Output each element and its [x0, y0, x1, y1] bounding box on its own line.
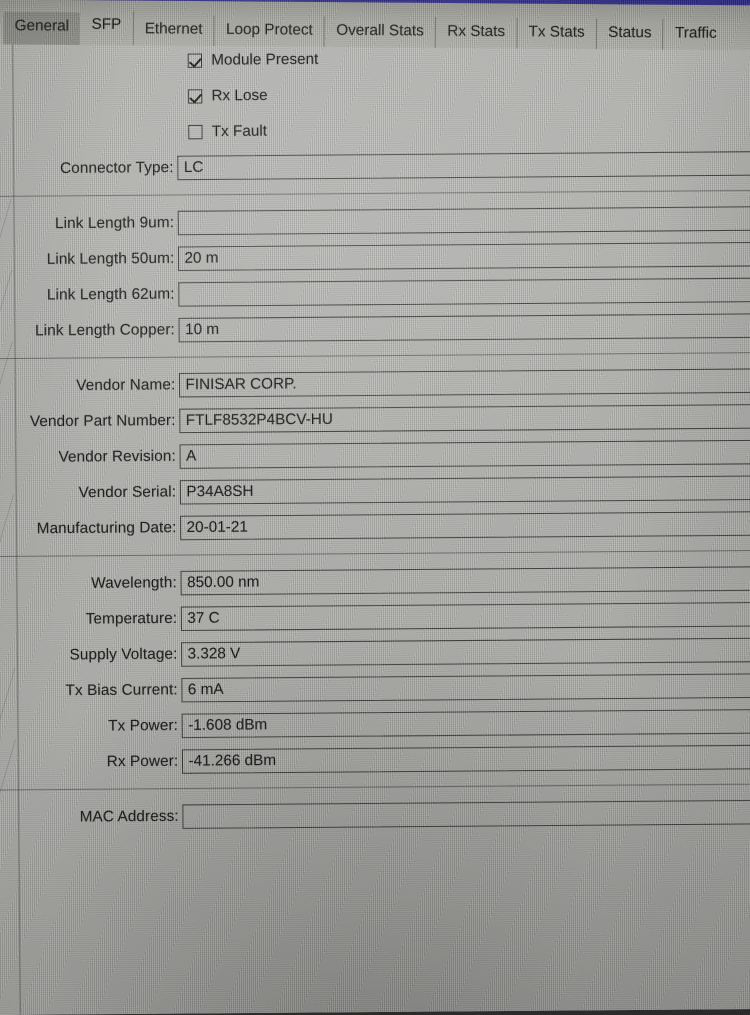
- tab-rx-stats[interactable]: Rx Stats: [435, 17, 518, 49]
- vendor-name-row: Vendor Name: FINISAR CORP.: [0, 362, 750, 404]
- module-present-label: Module Present: [211, 50, 319, 69]
- vendor-revision-label: Vendor Revision:: [58, 447, 176, 466]
- vendor-serial-label: Vendor Serial:: [78, 483, 177, 502]
- section-divider-4: [0, 783, 750, 791]
- tx-fault-label: Tx Fault: [211, 122, 268, 141]
- link-length-50um-input[interactable]: 20 m: [178, 241, 750, 271]
- vendor-name-input[interactable]: FINISAR CORP.: [179, 367, 750, 397]
- section-divider-2: [0, 352, 750, 360]
- tab-ethernet[interactable]: Ethernet: [133, 14, 215, 47]
- vendor-part-number-row: Vendor Part Number: FTLF8532P4BCV-HU: [0, 398, 750, 440]
- rx-power-label: Rx Power:: [106, 752, 179, 771]
- rx-power-input[interactable]: -41.266 dBm: [182, 744, 750, 774]
- link-length-9um-row: Link Length 9um:: [0, 200, 750, 242]
- temperature-label: Temperature:: [85, 609, 178, 628]
- supply-voltage-row: Supply Voltage: 3.328 V: [0, 632, 750, 674]
- manufacturing-date-row: Manufacturing Date: 20-01-21: [0, 505, 750, 547]
- rx-lose-checkbox[interactable]: [187, 88, 203, 104]
- link-length-62um-label: Link Length 62um:: [46, 285, 175, 304]
- tab-loop-protect[interactable]: Loop Protect: [214, 15, 326, 47]
- link-length-copper-row: Link Length Copper: 10 m: [0, 307, 750, 349]
- tab-overall-stats[interactable]: Overall Stats: [324, 16, 437, 48]
- tx-power-label: Tx Power:: [108, 716, 179, 735]
- tab-tx-stats[interactable]: Tx Stats: [517, 17, 598, 50]
- sfp-form: Module Present Rx Lose Tx Fault Connecto…: [0, 30, 750, 836]
- tx-bias-current-input[interactable]: 6 mA: [181, 672, 750, 702]
- wavelength-input[interactable]: 850.00 nm: [180, 565, 750, 595]
- tx-fault-checkbox[interactable]: [188, 124, 203, 139]
- tab-bar: General SFP Ethernet Loop Protect Overal…: [0, 0, 750, 51]
- connector-type-row: Connector Type: LC: [0, 145, 750, 187]
- tx-power-row: Tx Power: -1.608 dBm: [0, 703, 750, 745]
- rx-lose-row[interactable]: Rx Lose: [0, 74, 750, 116]
- tab-general[interactable]: General: [3, 11, 81, 46]
- link-length-9um-input[interactable]: [177, 205, 750, 235]
- vendor-revision-input[interactable]: A: [179, 439, 750, 469]
- tab-list: General SFP Ethernet Loop Protect Overal…: [3, 0, 728, 50]
- link-length-50um-label: Link Length 50um:: [46, 249, 175, 268]
- tx-bias-current-row: Tx Bias Current: 6 mA: [0, 667, 750, 709]
- link-length-62um-input[interactable]: [178, 277, 750, 307]
- tx-power-input[interactable]: -1.608 dBm: [181, 708, 750, 738]
- vendor-part-number-input[interactable]: FTLF8532P4BCV-HU: [179, 403, 750, 433]
- tab-status[interactable]: Status: [596, 18, 664, 50]
- tab-traffic[interactable]: Traffic: [664, 19, 728, 50]
- tab-sfp[interactable]: SFP: [80, 10, 134, 46]
- rx-power-row: Rx Power: -41.266 dBm: [0, 739, 750, 781]
- section-divider-1: [0, 189, 750, 197]
- vendor-part-number-label: Vendor Part Number:: [29, 411, 176, 431]
- mac-address-row: MAC Address:: [0, 794, 750, 836]
- supply-voltage-input[interactable]: 3.328 V: [181, 637, 750, 667]
- wavelength-row: Wavelength: 850.00 nm: [0, 560, 750, 602]
- vendor-serial-input[interactable]: P34A8SH: [180, 475, 750, 505]
- manufacturing-date-input[interactable]: 20-01-21: [180, 510, 750, 540]
- link-length-50um-row: Link Length 50um: 20 m: [0, 236, 750, 278]
- wavelength-label: Wavelength:: [91, 573, 177, 592]
- manufacturing-date-label: Manufacturing Date:: [36, 518, 177, 538]
- link-length-62um-row: Link Length 62um:: [0, 272, 750, 314]
- module-present-checkbox[interactable]: [187, 53, 203, 68]
- link-length-copper-label: Link Length Copper:: [35, 320, 175, 340]
- mac-address-label: MAC Address:: [79, 807, 179, 826]
- supply-voltage-label: Supply Voltage:: [69, 645, 178, 664]
- vendor-name-label: Vendor Name:: [76, 376, 176, 395]
- temperature-input[interactable]: 37 C: [181, 601, 750, 631]
- link-length-9um-label: Link Length 9um:: [54, 213, 175, 233]
- section-divider-3: [0, 549, 750, 558]
- connector-type-label: Connector Type:: [59, 158, 174, 178]
- connector-type-input[interactable]: LC: [177, 150, 750, 180]
- temperature-row: Temperature: 37 C: [0, 596, 750, 638]
- vendor-revision-row: Vendor Revision: A: [0, 434, 750, 476]
- vendor-serial-row: Vendor Serial: P34A8SH: [0, 469, 750, 511]
- rx-lose-label: Rx Lose: [211, 86, 268, 105]
- tx-fault-row[interactable]: Tx Fault: [0, 109, 750, 151]
- photographed-screen: General SFP Ethernet Loop Protect Overal…: [0, 0, 750, 1015]
- sfp-panel: Module Present Rx Lose Tx Fault Connecto…: [0, 29, 750, 1015]
- tx-bias-current-label: Tx Bias Current:: [65, 681, 178, 700]
- mac-address-input[interactable]: [182, 799, 750, 829]
- link-length-copper-input[interactable]: 10 m: [178, 312, 750, 342]
